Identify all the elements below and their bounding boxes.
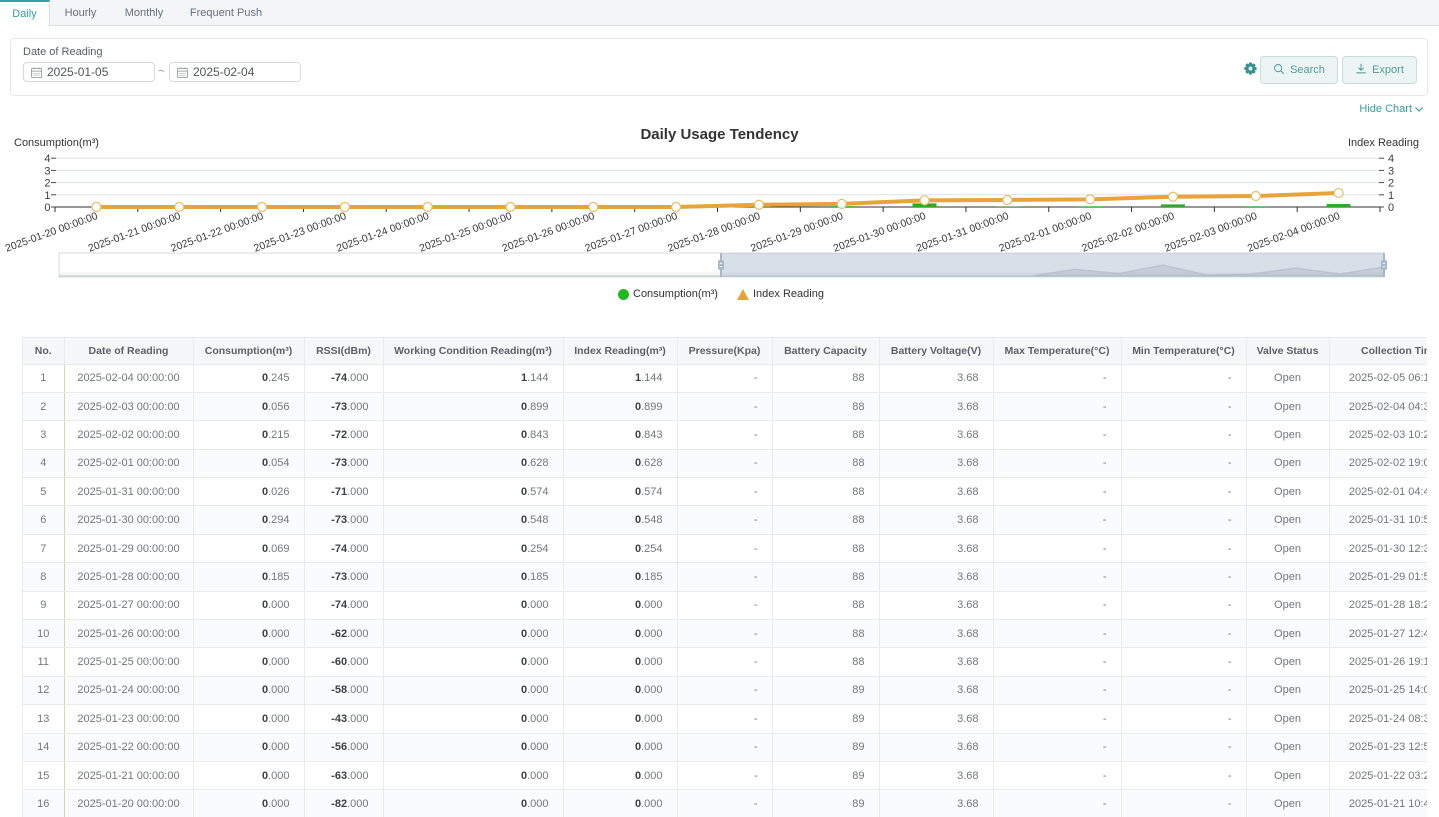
svg-text:2025-01-20 00:00:00: 2025-01-20 00:00:00 [4,210,100,255]
svg-text:1: 1 [1388,190,1394,202]
svg-text:2025-02-03 00:00:00: 2025-02-03 00:00:00 [1163,210,1259,255]
svg-text:2025-01-28 00:00:00: 2025-01-28 00:00:00 [666,210,762,255]
svg-text:2025-01-25 00:00:00: 2025-01-25 00:00:00 [418,210,514,255]
svg-text:2025-01-26 00:00:00: 2025-01-26 00:00:00 [501,210,597,255]
svg-text:2025-01-21 00:00:00: 2025-01-21 00:00:00 [87,210,183,255]
svg-text:2025-01-24 00:00:00: 2025-01-24 00:00:00 [335,210,431,255]
svg-text:2025-02-02 00:00:00: 2025-02-02 00:00:00 [1080,210,1176,255]
svg-text:2: 2 [44,178,50,190]
svg-text:2025-01-23 00:00:00: 2025-01-23 00:00:00 [252,210,348,255]
svg-text:1: 1 [44,190,50,202]
svg-text:0: 0 [44,202,50,214]
svg-text:2025-01-27 00:00:00: 2025-01-27 00:00:00 [583,210,679,255]
svg-text:2025-01-29 00:00:00: 2025-01-29 00:00:00 [749,210,845,255]
svg-text:3: 3 [1388,165,1394,177]
svg-text:0: 0 [1388,202,1394,214]
svg-text:2025-01-22 00:00:00: 2025-01-22 00:00:00 [169,210,265,255]
svg-text:2: 2 [1388,178,1394,190]
svg-text:2025-02-04 00:00:00: 2025-02-04 00:00:00 [1246,210,1342,255]
svg-text:2025-01-30 00:00:00: 2025-01-30 00:00:00 [832,210,928,255]
svg-text:4: 4 [1388,153,1394,165]
svg-text:4: 4 [44,153,50,165]
svg-text:3: 3 [44,165,50,177]
svg-text:2025-02-01 00:00:00: 2025-02-01 00:00:00 [997,210,1093,255]
svg-text:2025-01-31 00:00:00: 2025-01-31 00:00:00 [915,210,1011,255]
